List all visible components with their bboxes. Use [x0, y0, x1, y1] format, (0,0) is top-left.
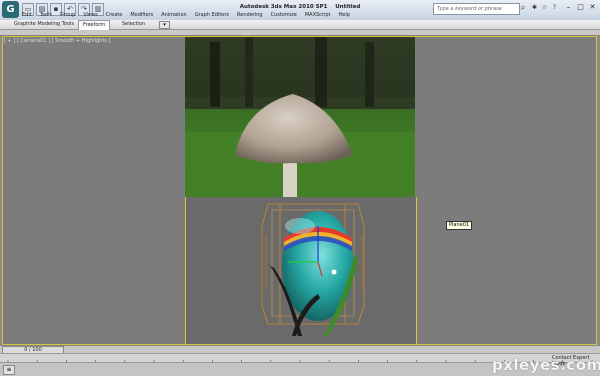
maxscript-listener-icon[interactable]: ≡: [3, 365, 15, 375]
ribbon-minimize-button[interactable]: ▾: [159, 21, 170, 29]
menu-animation[interactable]: Animation: [157, 11, 191, 20]
app-name: Autodesk 3ds Max 2010 SP1: [239, 4, 328, 10]
ribbon-tab-bar: Graphite Modeling Tools Freeform Selecti…: [0, 20, 600, 30]
object-name-tooltip: Plane01: [446, 221, 473, 230]
egg-object[interactable]: [230, 196, 370, 346]
subscription-icon[interactable]: ✱: [530, 3, 539, 13]
menu-create[interactable]: Create: [102, 11, 127, 20]
minimize-icon[interactable]: –: [563, 2, 574, 13]
close-icon[interactable]: ✕: [587, 2, 598, 13]
tab-graphite-modeling-tools[interactable]: Graphite Modeling Tools: [14, 20, 74, 29]
menu-help[interactable]: Help: [335, 11, 354, 20]
viewport-label[interactable]: [ + ] [ Camera01 ] [ Smooth + Highlights…: [4, 38, 110, 44]
menu-tools[interactable]: Tools: [36, 11, 56, 20]
menu-maxscript[interactable]: MAXScript: [301, 11, 335, 20]
infocenter-toolbar: ✱ ☆ ?: [530, 3, 559, 13]
menu-modifiers[interactable]: Modifiers: [126, 11, 157, 20]
background-photo-mushroom: [185, 37, 415, 197]
title-bar: G ▭ ▤ ▪ ↶ ↷ ▥ Autodesk 3ds Max 2010 SP1 …: [0, 0, 600, 21]
site-watermark: pxleyes.com: [492, 356, 600, 374]
menu-rendering[interactable]: Rendering: [233, 11, 267, 20]
tab-selection[interactable]: Selection: [122, 20, 145, 29]
window-controls: – □ ✕: [563, 2, 598, 13]
menu-views[interactable]: Views: [79, 11, 101, 20]
menu-customize[interactable]: Customize: [267, 11, 301, 20]
search-icon[interactable]: ⌕: [518, 3, 528, 13]
communication-icon[interactable]: ☆: [540, 3, 549, 13]
menu-graph-editors[interactable]: Graph Editors: [191, 11, 233, 20]
help-icon[interactable]: ?: [550, 3, 559, 13]
menu-bar: Edit Tools Group Views Create Modifiers Animat…: [18, 11, 354, 20]
menu-edit[interactable]: Edit: [18, 11, 36, 20]
tab-freeform[interactable]: Freeform: [78, 20, 111, 30]
search-input[interactable]: Type a keyword or phrase: [433, 3, 520, 15]
maximize-icon[interactable]: □: [575, 2, 586, 13]
menu-group[interactable]: Group: [56, 11, 79, 20]
document-name: Untitled: [335, 4, 361, 10]
